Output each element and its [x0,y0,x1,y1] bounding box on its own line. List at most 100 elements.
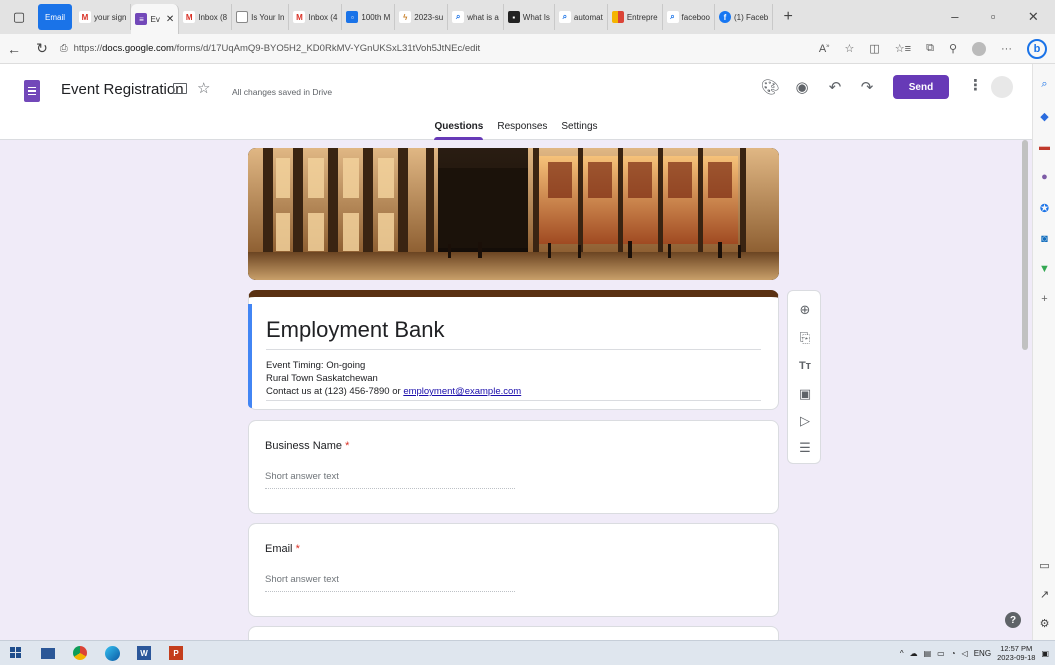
save-status: All changes saved in Drive [232,87,333,97]
tab-what-is-a[interactable]: ⌕ what is a [448,4,504,30]
sidebar-layout-icon[interactable]: ▭ [1038,559,1051,572]
refresh-icon[interactable]: ↻ [28,40,56,57]
chrome-icon[interactable] [64,641,96,665]
star-icon[interactable]: ☆ [197,79,210,97]
add-image-icon[interactable]: ▣ [796,385,814,403]
tab-is-your[interactable]: Is Your In [232,4,290,30]
bing-copilot-icon[interactable]: b [1027,38,1047,59]
tab-2023-su[interactable]: ϟ 2023-su [395,4,449,30]
settings-more-icon[interactable]: ··· [1001,43,1012,55]
form-title-card[interactable]: Employment Bank Event Timing: On-going R… [248,290,779,410]
tab-facebook[interactable]: f (1) Faceb [715,4,774,30]
import-questions-icon[interactable]: ⎘ [796,329,814,347]
add-icon[interactable]: + [1038,292,1051,305]
split-screen-icon[interactable]: ◫ [869,42,879,55]
tab-inbox-8[interactable]: M Inbox (8 [179,4,233,30]
redo-icon[interactable]: ↷ [857,78,877,96]
drop-icon[interactable]: ▼ [1038,262,1051,275]
tab-label: Email [45,12,66,22]
back-icon[interactable]: ← [0,41,28,57]
file-explorer-icon[interactable] [32,641,64,665]
extensions-icon[interactable]: ⚲ [949,42,957,55]
read-aloud-icon[interactable]: A» [819,43,830,55]
folder-icon[interactable] [173,83,187,94]
profile-icon[interactable] [972,41,986,56]
tab-label: what is a [467,12,499,22]
help-icon[interactable]: ? [1005,612,1021,628]
shopping-bag-icon[interactable]: ▬ [1038,140,1051,153]
network-icon[interactable]: ▤ [924,649,932,658]
favorite-star-icon[interactable]: ☆ [845,42,855,55]
close-window-icon[interactable]: ✕ [1028,9,1039,25]
wifi-icon[interactable]: ◔ [951,649,956,658]
volume-icon[interactable]: ◁ [962,649,968,658]
favorites-icon[interactable]: ☆≡ [895,42,911,55]
language-indicator[interactable]: ENG [974,649,991,658]
avatar[interactable] [991,76,1013,98]
word-icon[interactable]: W [128,641,160,665]
form-description[interactable]: Event Timing: On-going Rural Town Saskat… [266,359,761,401]
question-card-email[interactable]: Email * Short answer text [248,523,779,617]
url-field[interactable]: ⎙ https://docs.google.com/forms/d/17UqAm… [56,38,756,60]
add-section-icon[interactable]: ☰ [796,439,814,457]
contact-email-link[interactable]: employment@example.com [403,386,521,397]
question-label: Email * [265,543,300,555]
tab-settings[interactable]: Settings [561,118,597,140]
scrollbar[interactable] [1019,140,1032,640]
minimize-icon[interactable]: – [951,9,958,25]
forms-icon: ≡ [135,13,148,25]
search-icon[interactable]: ⌕ [1038,78,1051,91]
tab-questions[interactable]: Questions [434,118,483,140]
preview-eye-icon[interactable]: ◉ [792,78,812,96]
tag-icon[interactable]: ◆ [1038,110,1051,123]
question-card-business-name[interactable]: Business Name * Short answer text [248,420,779,514]
outlook-icon[interactable]: ◙ [1038,232,1051,245]
description-line: Rural Town Saskatchewan [266,373,378,384]
games-icon[interactable]: ✪ [1038,202,1051,215]
battery-icon[interactable]: ▭ [937,649,945,658]
description-line: Contact us at (123) 456-7890 or employme… [266,385,761,398]
clock[interactable]: 12:57 PM 2023-09-18 [997,644,1035,662]
tab-faceboo[interactable]: ⌕ faceboo [663,4,715,30]
form-name[interactable]: Event Registration [61,81,184,98]
search-icon: ⌕ [452,11,465,23]
tab-automat[interactable]: ⌕ automat [555,4,608,30]
tab-event-registration[interactable]: ≡ Ev ✕ [131,4,180,34]
cloud-icon[interactable]: ☁ [910,649,918,658]
tab-label: your sign [94,12,127,22]
form-title[interactable]: Employment Bank [266,317,761,350]
edge-icon[interactable] [96,641,128,665]
collections-icon[interactable]: ⧉ [926,42,934,55]
tab-your-sign[interactable]: Myour sign [75,4,132,30]
scrollbar-thumb[interactable] [1022,140,1028,350]
tab-100th[interactable]: ▫ 100th M [342,4,396,30]
tab-actions-icon[interactable]: ▢ [0,0,38,34]
tab-entrepre[interactable]: Entrepre [608,4,663,30]
external-link-icon[interactable]: ↗ [1038,588,1051,601]
notifications-icon[interactable]: ▣ [1041,649,1049,658]
more-options-icon[interactable]: ⋮ [968,76,983,94]
start-icon[interactable] [0,641,32,665]
gear-icon[interactable]: ⚙ [1038,617,1051,630]
gmail-icon: M [79,11,92,23]
lightning-icon: ϟ [399,11,412,23]
restore-icon[interactable]: ▫ [991,9,996,25]
people-icon[interactable]: ● [1038,170,1051,183]
close-tab-icon[interactable]: ✕ [166,14,174,25]
add-title-icon[interactable]: Tт [796,357,814,375]
new-tab-button[interactable]: + [773,8,803,26]
palette-icon[interactable]: 🎨︎ [760,78,780,96]
forms-logo-icon[interactable] [24,80,40,102]
tab-email[interactable]: Email [38,4,73,30]
tab-what-is[interactable]: ▪ What Is [504,4,555,30]
chevron-up-icon[interactable]: ^ [900,649,904,658]
add-question-icon[interactable]: ⊕ [796,301,814,319]
tab-inbox-4[interactable]: M Inbox (4 [289,4,343,30]
window-controls: – ▫ ✕ [935,9,1055,25]
description-line: Event Timing: On-going [266,360,366,371]
undo-icon[interactable]: ↶ [825,78,845,96]
send-button[interactable]: Send [893,75,949,99]
tab-responses[interactable]: Responses [497,118,547,140]
powerpoint-icon[interactable]: P [160,641,192,665]
add-video-icon[interactable]: ▷ [796,412,814,430]
